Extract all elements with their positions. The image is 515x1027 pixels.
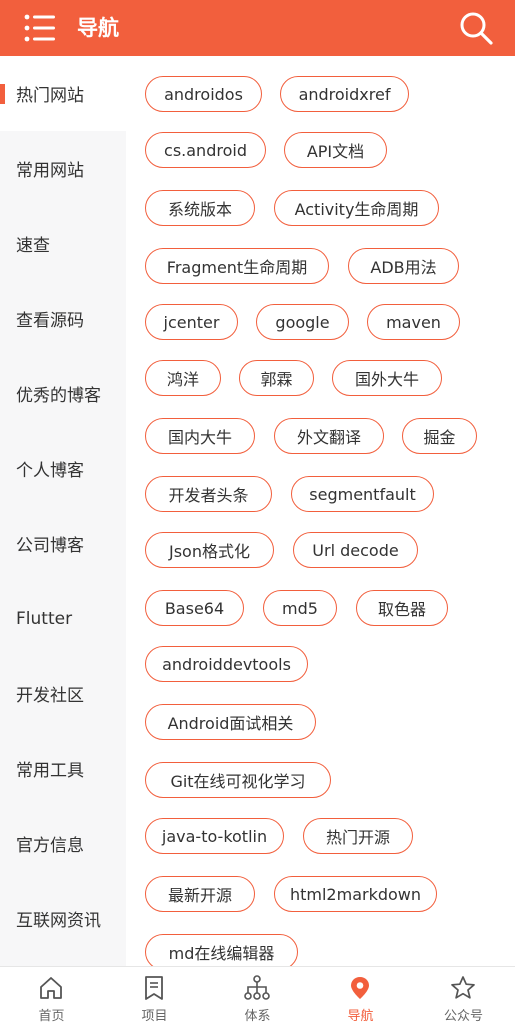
sidebar-item-internet-news[interactable]: 互联网资讯 <box>0 881 126 956</box>
tag-chip[interactable]: md5 <box>263 590 337 626</box>
tag-chip[interactable]: androidxref <box>280 76 409 112</box>
tag-chip[interactable]: 最新开源 <box>145 876 255 912</box>
tag-chip[interactable]: 系统版本 <box>145 190 255 226</box>
tag-chip[interactable]: 郭霖 <box>239 360 314 396</box>
tag-chip[interactable]: md在线编辑器 <box>145 934 298 966</box>
sidebar-item-label: 热门网站 <box>16 86 84 106</box>
nav-navigation[interactable]: 导航 <box>309 967 412 1027</box>
nav-label: 导航 <box>347 1009 374 1024</box>
tag-chip[interactable]: 国内大牛 <box>145 418 255 454</box>
home-icon <box>40 977 62 999</box>
tag-chip[interactable]: Json格式化 <box>145 532 274 568</box>
tag-cloud: androidos androidxref cs.android API文档 系… <box>126 56 515 966</box>
sidebar-item-label: Flutter <box>16 608 73 629</box>
sidebar-item-label: 个人博客 <box>16 461 84 481</box>
nav-label: 项目 <box>141 1009 168 1024</box>
active-indicator <box>0 84 5 104</box>
tag-chip[interactable]: segmentfault <box>291 476 434 512</box>
tag-chip[interactable]: androiddevtools <box>145 646 308 682</box>
nav-label: 体系 <box>244 1009 271 1024</box>
page-title: 导航 <box>77 16 119 40</box>
sidebar-item-label: 常用网站 <box>16 161 84 181</box>
tag-chip[interactable]: ADB用法 <box>348 248 459 284</box>
sidebar-item-flutter[interactable]: Flutter <box>0 581 126 656</box>
tag-chip[interactable]: 鸿洋 <box>145 360 221 396</box>
tag-chip[interactable]: jcenter <box>145 304 238 340</box>
sidebar-item-dev-community[interactable]: 开发社区 <box>0 656 126 731</box>
sidebar-item-quick-reference[interactable]: 速查 <box>0 206 126 281</box>
nav-official-accounts[interactable]: 公众号 <box>412 967 515 1027</box>
sidebar-item-personal-blogs[interactable]: 个人博客 <box>0 431 126 506</box>
sidebar-item-official-info[interactable]: 官方信息 <box>0 806 126 881</box>
sidebar-item-label: 速查 <box>16 236 50 256</box>
nav-label: 公众号 <box>443 1009 483 1024</box>
sidebar-item-view-source[interactable]: 查看源码 <box>0 281 126 356</box>
tag-chip[interactable]: maven <box>367 304 460 340</box>
tag-chip[interactable]: API文档 <box>284 132 387 168</box>
tag-chip[interactable]: 掘金 <box>402 418 477 454</box>
sidebar-item-label: 官方信息 <box>16 836 84 856</box>
sidebar-item-label: 优秀的博客 <box>16 386 101 406</box>
hierarchy-icon <box>244 975 270 1000</box>
sidebar-item-label: 开发社区 <box>16 686 84 706</box>
tag-chip[interactable]: 外文翻译 <box>274 418 384 454</box>
sidebar-item-company-blogs[interactable]: 公司博客 <box>0 506 126 581</box>
location-pin-icon <box>351 977 369 999</box>
tag-chip[interactable]: Android面试相关 <box>145 704 316 740</box>
tag-chip[interactable]: google <box>256 304 349 340</box>
search-icon[interactable] <box>458 10 494 46</box>
nav-label: 首页 <box>38 1009 65 1024</box>
nav-home[interactable]: 首页 <box>0 967 103 1027</box>
tag-chip[interactable]: androidos <box>145 76 262 112</box>
tag-chip[interactable]: java-to-kotlin <box>145 818 284 854</box>
tag-chip[interactable]: 热门开源 <box>303 818 413 854</box>
tag-chip[interactable]: Git在线可视化学习 <box>145 762 331 798</box>
sidebar-item-label: 常用工具 <box>16 761 84 781</box>
sidebar-item-common-tools[interactable]: 常用工具 <box>0 731 126 806</box>
category-sidebar: 热门网站 常用网站 速查 查看源码 优秀的博客 个人博客 公司博客 Flutte… <box>0 56 126 966</box>
tag-chip[interactable]: 开发者头条 <box>145 476 272 512</box>
tag-chip[interactable]: 取色器 <box>356 590 448 626</box>
sidebar-item-label: 查看源码 <box>16 311 84 331</box>
sidebar-item-great-blogs[interactable]: 优秀的博客 <box>0 356 126 431</box>
tag-chip[interactable]: Base64 <box>145 590 244 626</box>
bookmark-icon <box>145 976 163 1000</box>
sidebar-item-label: 公司博客 <box>16 536 84 556</box>
top-app-bar: 导航 <box>0 0 515 56</box>
tag-chip[interactable]: html2markdown <box>274 876 437 912</box>
tag-chip[interactable]: Activity生命周期 <box>274 190 439 226</box>
nav-system[interactable]: 体系 <box>206 967 309 1027</box>
sidebar-item-hot-sites[interactable]: 热门网站 <box>0 56 126 131</box>
app: 导航 热门网站 常用网站 速查 查看源码 优秀的博客 个人博客 公司博客 Flu… <box>0 0 515 1027</box>
tag-chip[interactable]: Fragment生命周期 <box>145 248 329 284</box>
star-icon <box>451 976 475 999</box>
bottom-navigation: 首页 项目 体系 导航 公众号 <box>0 966 515 1027</box>
menu-icon[interactable] <box>24 13 56 43</box>
sidebar-item-common-sites[interactable]: 常用网站 <box>0 131 126 206</box>
tag-chip[interactable]: Url decode <box>293 532 418 568</box>
tag-chip[interactable]: cs.android <box>145 132 266 168</box>
nav-projects[interactable]: 项目 <box>103 967 206 1027</box>
sidebar-item-label: 互联网资讯 <box>16 911 101 931</box>
tag-chip[interactable]: 国外大牛 <box>332 360 442 396</box>
